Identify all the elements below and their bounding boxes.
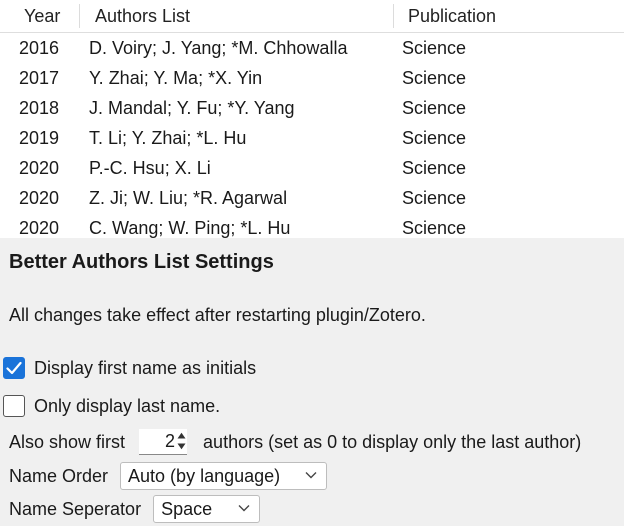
checkmark-icon	[6, 361, 22, 375]
cell-publication: Science	[402, 188, 467, 208]
last-name-option[interactable]: Only display last name.	[3, 393, 220, 419]
show-first-row: Also show first 2 authors (set as 0 to d…	[9, 428, 581, 456]
name-order-value: Auto (by language)	[128, 465, 281, 486]
initials-option[interactable]: Display first name as initials	[3, 355, 256, 381]
spinner-down-icon[interactable]	[177, 443, 186, 450]
settings-panel: Better Authors List Settings All changes…	[0, 238, 624, 526]
table-body: 2016 D. Voiry; J. Yang; *M. Chhowalla Sc…	[0, 33, 624, 238]
settings-title: Better Authors List Settings	[9, 251, 274, 273]
spinner-arrows-icon[interactable]	[177, 432, 186, 450]
table-row[interactable]: 2019 T. Li; Y. Zhai; *L. Hu Science	[0, 123, 624, 153]
author-count-value: 2	[165, 431, 176, 451]
cell-year: 2019	[19, 128, 60, 148]
column-header-authors[interactable]: Authors List	[95, 0, 190, 32]
cell-publication: Science	[402, 128, 467, 148]
items-table: Year Authors List Publication 2016 D. Vo…	[0, 0, 624, 238]
table-row[interactable]: 2020 Z. Ji; W. Liu; *R. Agarwal Science	[0, 183, 624, 213]
show-first-suffix: authors (set as 0 to display only the la…	[203, 431, 582, 452]
spinner-up-icon[interactable]	[177, 432, 186, 439]
cell-authors: J. Mandal; Y. Fu; *Y. Yang	[89, 98, 295, 118]
cell-authors: C. Wang; W. Ping; *L. Hu	[89, 218, 291, 238]
table-row[interactable]: 2020 C. Wang; W. Ping; *L. Hu Science	[0, 213, 624, 238]
initials-label: Display first name as initials	[34, 357, 257, 378]
table-row[interactable]: 2020 P.-C. Hsu; X. Li Science	[0, 153, 624, 183]
cell-publication: Science	[402, 98, 467, 118]
name-order-select[interactable]: Auto (by language)	[120, 462, 328, 490]
table-row[interactable]: 2016 D. Voiry; J. Yang; *M. Chhowalla Sc…	[0, 33, 624, 63]
initials-checkbox[interactable]	[3, 357, 25, 379]
separator-value: Space	[161, 498, 213, 519]
cell-year: 2020	[19, 218, 60, 238]
column-header-year[interactable]: Year	[24, 0, 60, 32]
cell-year: 2018	[19, 98, 60, 118]
show-first-prefix: Also show first	[9, 431, 126, 452]
table-header: Year Authors List Publication	[0, 0, 624, 33]
cell-publication: Science	[402, 38, 467, 58]
cell-year: 2017	[19, 68, 60, 88]
cell-publication: Science	[402, 68, 467, 88]
name-order-label: Name Order	[9, 465, 109, 486]
table-row[interactable]: 2017 Y. Zhai; Y. Ma; *X. Yin Science	[0, 63, 624, 93]
cell-year: 2020	[19, 188, 60, 208]
cell-authors: P.-C. Hsu; X. Li	[89, 158, 211, 178]
author-count-input[interactable]: 2	[139, 429, 188, 455]
column-header-publication[interactable]: Publication	[408, 0, 496, 32]
separator-row: Name Seperator Space	[9, 495, 261, 523]
last-name-label: Only display last name.	[34, 395, 221, 416]
restart-note: All changes take effect after restarting…	[9, 305, 426, 325]
chevron-down-icon	[305, 472, 317, 479]
cell-authors: Y. Zhai; Y. Ma; *X. Yin	[89, 68, 263, 88]
table-row[interactable]: 2018 J. Mandal; Y. Fu; *Y. Yang Science	[0, 93, 624, 123]
cell-authors: D. Voiry; J. Yang; *M. Chhowalla	[89, 38, 348, 58]
column-divider[interactable]	[79, 4, 80, 28]
name-order-row: Name Order Auto (by language)	[9, 462, 328, 490]
cell-publication: Science	[402, 218, 467, 238]
cell-publication: Science	[402, 158, 467, 178]
chevron-down-icon	[238, 505, 250, 512]
column-divider[interactable]	[393, 4, 394, 28]
cell-authors: T. Li; Y. Zhai; *L. Hu	[89, 128, 247, 148]
separator-label: Name Seperator	[9, 498, 142, 519]
cell-authors: Z. Ji; W. Liu; *R. Agarwal	[89, 188, 288, 208]
cell-year: 2016	[19, 38, 60, 58]
separator-select[interactable]: Space	[153, 495, 261, 523]
last-name-checkbox[interactable]	[3, 395, 25, 417]
cell-year: 2020	[19, 158, 60, 178]
